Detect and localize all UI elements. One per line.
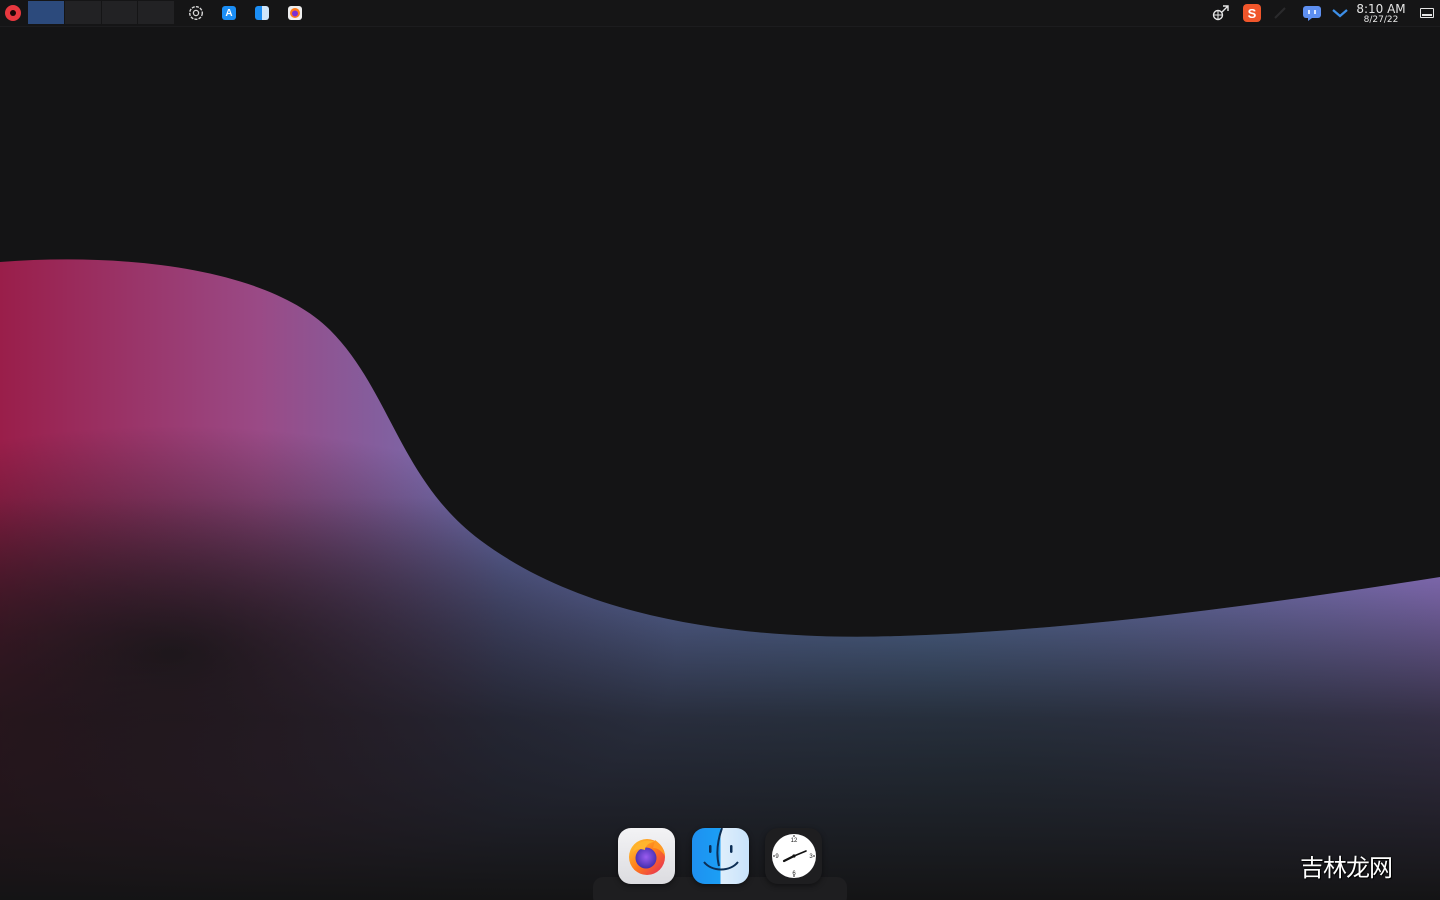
tray-input-method[interactable]: S: [1241, 0, 1263, 26]
network-icon: [1212, 5, 1229, 21]
clock-date: 8/27/22: [1363, 14, 1399, 25]
finder-icon: [703, 828, 739, 871]
application-menu-button[interactable]: [2, 0, 24, 26]
clock-numeral-12: 12: [790, 838, 797, 844]
tray-chat[interactable]: [1300, 0, 1324, 26]
show-desktop-icon: [1420, 8, 1434, 18]
desktop-4[interactable]: [138, 1, 175, 24]
desktop[interactable]: A S 8:10 AM 8/27/22 12 3 6 9 吉林龙网: [0, 0, 1440, 900]
dock-item-finder[interactable]: [692, 828, 749, 884]
clock-icon: 12 3 6 9: [771, 834, 816, 878]
launcher-settings[interactable]: [185, 0, 207, 26]
desktop-3[interactable]: [101, 1, 139, 24]
input-method-icon: S: [1243, 4, 1261, 22]
desktop-1[interactable]: [28, 1, 65, 24]
firefox-icon: [628, 839, 665, 875]
launcher-firefox[interactable]: [284, 0, 306, 26]
tray-clock[interactable]: 8:10 AM 8/27/22: [1354, 0, 1408, 26]
chevron-down-icon: [1332, 9, 1348, 18]
desktop-2[interactable]: [64, 1, 102, 24]
wallpaper: [0, 250, 1440, 900]
show-desktop-button[interactable]: [1417, 0, 1437, 26]
finder-icon: [255, 6, 269, 20]
chat-icon: [1303, 6, 1321, 21]
launcher-finder[interactable]: [251, 0, 273, 26]
tray-volume[interactable]: [1270, 0, 1290, 26]
app-store-icon: A: [222, 6, 236, 20]
tray-expand-button[interactable]: [1330, 0, 1350, 26]
launcher-app-store[interactable]: A: [218, 0, 240, 26]
clock-time: 8:10 AM: [1356, 1, 1406, 16]
record-icon: [5, 5, 21, 21]
dock-item-clock[interactable]: 12 3 6 9: [765, 828, 822, 884]
dock-item-firefox[interactable]: [618, 828, 675, 884]
watermark: 吉林龙网: [1300, 854, 1393, 882]
tray-network[interactable]: [1210, 0, 1232, 26]
virtual-desktop-pager[interactable]: [28, 1, 175, 24]
settings-icon: [188, 5, 204, 21]
firefox-icon: [288, 6, 302, 20]
top-panel: A S 8:10 AM 8/27/22: [0, 0, 1440, 27]
volume-icon: [1274, 7, 1286, 19]
